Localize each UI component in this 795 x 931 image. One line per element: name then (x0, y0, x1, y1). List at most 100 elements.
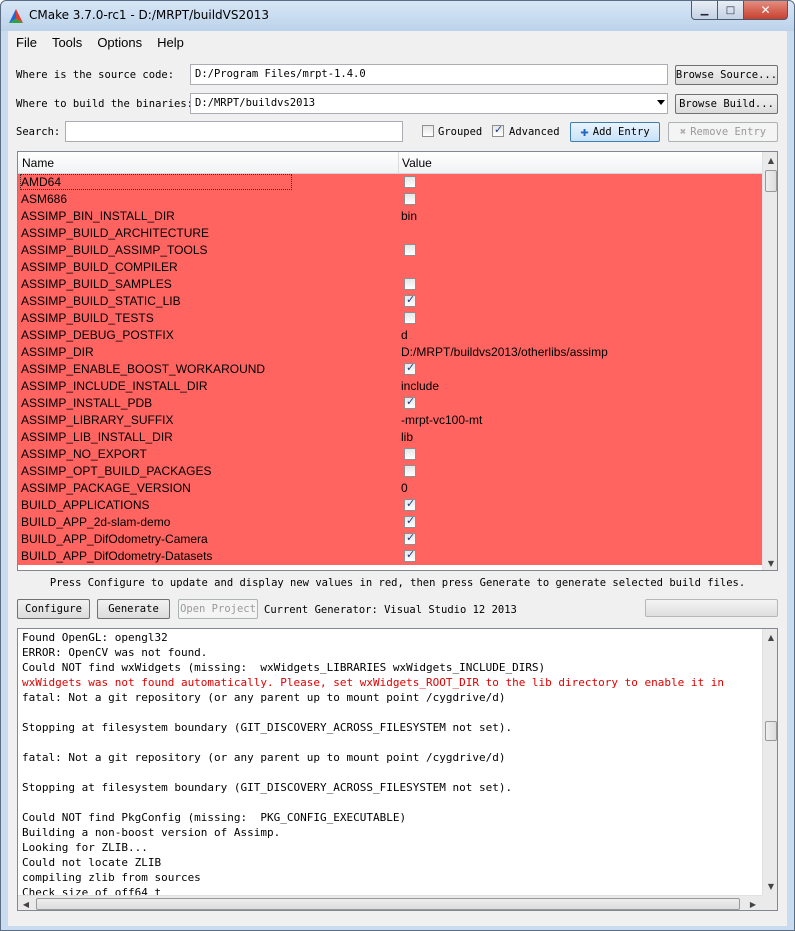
scroll-right-icon[interactable]: ▶ (745, 896, 761, 910)
log-line: Stopping at filesystem boundary (GIT_DIS… (22, 721, 513, 734)
source-path-input[interactable]: D:/Program Files/mrpt-1.4.0 (190, 64, 668, 85)
scroll-left-icon[interactable]: ◀ (18, 896, 34, 910)
build-path-combo[interactable]: D:/MRPT/buildvs2013 (190, 93, 668, 114)
entry-name: BUILD_APPLICATIONS (21, 498, 150, 512)
title-bar[interactable]: CMake 3.7.0-rc1 - D:/MRPT/buildVS2013 ▁ … (1, 1, 794, 31)
entry-value-checkbox[interactable] (404, 278, 416, 290)
scroll-thumb[interactable] (765, 721, 777, 741)
build-label: Where to build the binaries: (16, 98, 194, 110)
menu-help[interactable]: Help (149, 31, 191, 53)
entry-value-checkbox[interactable] (404, 312, 416, 324)
entry-value[interactable]: include (401, 379, 439, 393)
output-text[interactable]: Found OpenGL: opengl32 ERROR: OpenCV was … (22, 630, 762, 900)
maximize-button[interactable]: □ (718, 1, 744, 20)
advanced-checkbox[interactable] (492, 123, 504, 137)
grouped-checkbox[interactable] (422, 125, 434, 137)
progress-bar (645, 599, 778, 617)
table-row[interactable]: ASSIMP_INSTALL_PDB (18, 395, 762, 412)
table-row[interactable]: ASSIMP_BUILD_STATIC_LIB (18, 293, 762, 310)
menu-options[interactable]: Options (89, 31, 149, 53)
entry-value[interactable]: bin (401, 209, 417, 223)
table-vertical-scrollbar[interactable]: ▲ ▼ (762, 152, 777, 570)
close-button[interactable]: ✕ (744, 1, 788, 20)
chevron-down-icon[interactable] (657, 100, 665, 105)
table-row[interactable]: ASSIMP_BUILD_COMPILER (18, 259, 762, 276)
table-row[interactable]: BUILD_APP_DifOdometry-Datasets (18, 548, 762, 565)
column-divider[interactable] (398, 152, 399, 174)
scroll-thumb[interactable] (765, 170, 777, 192)
scroll-down-icon[interactable]: ▼ (763, 555, 777, 570)
table-row[interactable]: ASSIMP_BUILD_TESTS (18, 310, 762, 327)
add-entry-button[interactable]: ✚ Add Entry (570, 122, 660, 142)
table-row[interactable]: ASSIMP_INCLUDE_INSTALL_DIR include (18, 378, 762, 395)
table-header: Name Value (18, 152, 762, 174)
generate-button[interactable]: Generate (97, 599, 170, 619)
table-row[interactable]: ASSIMP_PACKAGE_VERSION 0 (18, 480, 762, 497)
entry-value[interactable]: D:/MRPT/buildvs2013/otherlibs/assimp (401, 345, 608, 359)
browse-source-button[interactable]: Browse Source... (675, 65, 778, 85)
entry-value[interactable]: -mrpt-vc100-mt (401, 413, 482, 427)
scroll-down-icon[interactable]: ▼ (763, 878, 777, 894)
entry-name: ASM686 (21, 192, 68, 206)
entry-value-checkbox[interactable] (404, 361, 416, 375)
menu-file[interactable]: File (8, 31, 44, 53)
entry-value-checkbox[interactable] (404, 448, 416, 460)
entry-value[interactable]: 0 (401, 481, 408, 495)
entry-value-checkbox[interactable] (404, 193, 416, 205)
cache-table: Name Value AMD64 ASM686 ASSIMP_BIN_INSTALL… (17, 151, 778, 571)
entry-value-checkbox[interactable] (404, 531, 416, 545)
search-input[interactable] (65, 121, 403, 142)
menu-tools[interactable]: Tools (44, 31, 89, 53)
cmake-window: CMake 3.7.0-rc1 - D:/MRPT/buildVS2013 ▁ … (0, 0, 795, 931)
table-row[interactable]: ASM686 (18, 191, 762, 208)
minimize-icon: ▁ (700, 4, 709, 16)
remove-entry-button[interactable]: ✖ Remove Entry (668, 122, 778, 142)
entry-value[interactable]: lib (401, 430, 413, 444)
column-name-header[interactable]: Name (22, 156, 54, 170)
scroll-up-icon[interactable]: ▲ (763, 152, 777, 168)
table-row[interactable]: BUILD_APPLICATIONS (18, 497, 762, 514)
open-project-button[interactable]: Open Project (178, 599, 258, 619)
table-row[interactable]: ASSIMP_BIN_INSTALL_DIR bin (18, 208, 762, 225)
entry-value-checkbox[interactable] (404, 497, 416, 511)
table-row[interactable]: ASSIMP_LIBRARY_SUFFIX -mrpt-vc100-mt (18, 412, 762, 429)
entry-value-checkbox[interactable] (404, 244, 416, 256)
entry-value-checkbox[interactable] (404, 176, 416, 188)
table-row[interactable]: ASSIMP_BUILD_ARCHITECTURE (18, 225, 762, 242)
table-row[interactable]: ASSIMP_BUILD_SAMPLES (18, 276, 762, 293)
table-row[interactable]: ASSIMP_DEBUG_POSTFIX d (18, 327, 762, 344)
entry-name: ASSIMP_PACKAGE_VERSION (21, 481, 191, 495)
table-row[interactable]: AMD64 (18, 174, 762, 191)
browse-build-button[interactable]: Browse Build... (675, 94, 778, 114)
entry-value-checkbox[interactable] (404, 514, 416, 528)
table-row[interactable]: ASSIMP_LIB_INSTALL_DIR lib (18, 429, 762, 446)
column-value-header[interactable]: Value (402, 156, 432, 170)
entry-value-checkbox[interactable] (404, 465, 416, 477)
configure-button[interactable]: Configure (17, 599, 90, 619)
table-row[interactable]: BUILD_APP_2d-slam-demo (18, 514, 762, 531)
entry-value[interactable]: d (401, 328, 408, 342)
table-row[interactable]: ASSIMP_BUILD_ASSIMP_TOOLS (18, 242, 762, 259)
log-line: fatal: Not a git repository (or any pare… (22, 751, 506, 764)
menu-bar: File Tools Options Help (8, 31, 787, 53)
entry-name: ASSIMP_BIN_INSTALL_DIR (21, 209, 175, 223)
plus-icon: ✚ (580, 124, 589, 140)
remove-entry-label: Remove Entry (690, 126, 767, 138)
table-row[interactable]: ASSIMP_ENABLE_BOOST_WORKAROUND (18, 361, 762, 378)
output-vertical-scrollbar[interactable]: ▲ ▼ (762, 629, 777, 895)
scroll-up-icon[interactable]: ▲ (763, 629, 777, 645)
entry-value-checkbox[interactable] (404, 548, 416, 562)
table-row[interactable]: BUILD_APP_DifOdometry-Camera (18, 531, 762, 548)
table-row[interactable]: ASSIMP_NO_EXPORT (18, 446, 762, 463)
entry-value-checkbox[interactable] (404, 293, 416, 307)
table-row[interactable]: ASSIMP_OPT_BUILD_PACKAGES (18, 463, 762, 480)
scroll-thumb[interactable] (36, 898, 740, 910)
minimize-button[interactable]: ▁ (691, 1, 718, 20)
output-horizontal-scrollbar[interactable]: ◀ ▶ (18, 895, 762, 910)
entry-value-checkbox[interactable] (404, 395, 416, 409)
log-line: wxWidgets was not found automatically. P… (22, 676, 724, 689)
table-row[interactable]: ASSIMP_DIR D:/MRPT/buildvs2013/otherlibs/… (18, 344, 762, 361)
log-line: compiling zlib from sources (22, 871, 201, 884)
